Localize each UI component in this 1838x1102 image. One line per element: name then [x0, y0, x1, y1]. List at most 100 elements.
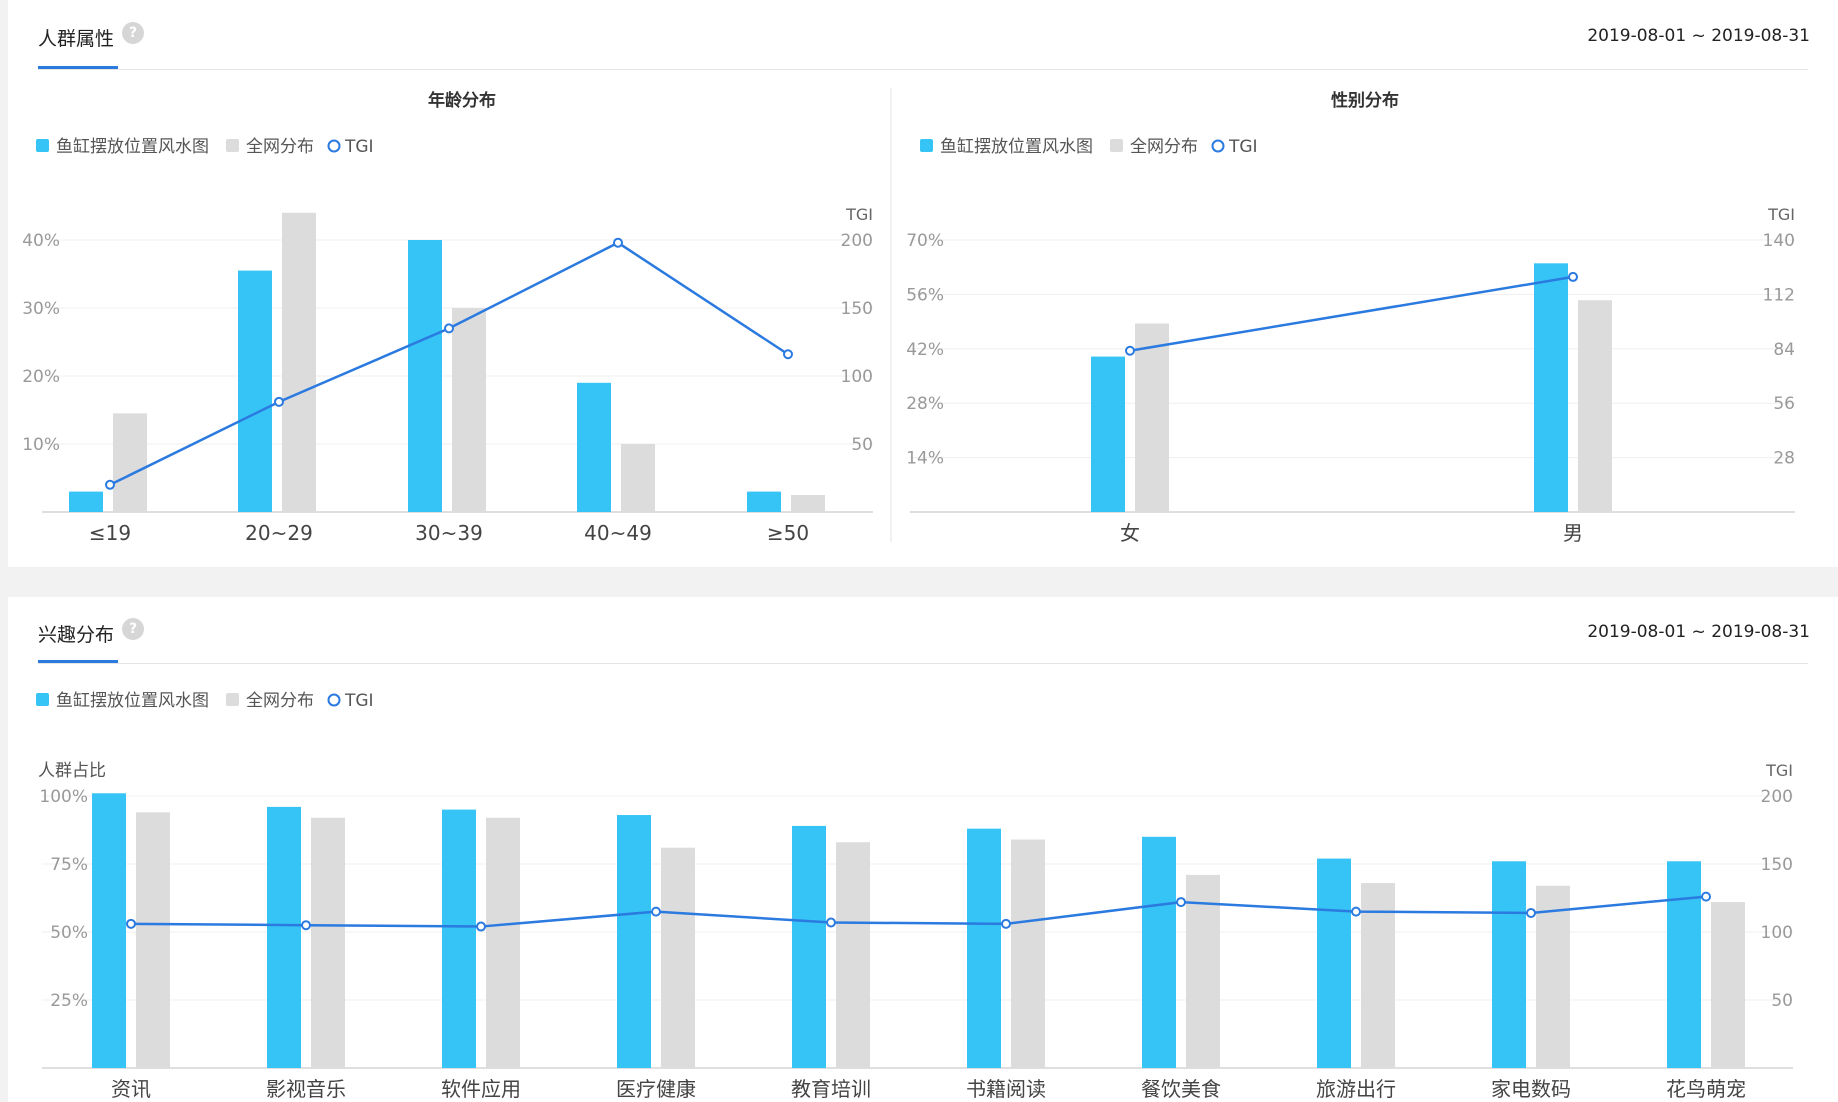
bar-series1: [408, 240, 442, 512]
bar-series1: [967, 828, 1001, 1068]
legend-swatch-series2: [1110, 139, 1123, 152]
bar-series1: [267, 806, 301, 1068]
x-tick-label: ≤19: [89, 521, 131, 545]
legend-label-series1: 鱼缸摆放位置风水图: [56, 690, 209, 711]
bar-series2: [113, 413, 147, 512]
tgi-point: [105, 479, 115, 490]
legend-swatch-series2: [226, 139, 239, 152]
x-tick-label: 30~39: [415, 521, 483, 545]
bar-series1: [442, 809, 476, 1068]
x-tick-label: 20~29: [245, 521, 313, 545]
bar-series2: [311, 817, 345, 1068]
y2-tick-label: 100: [841, 367, 873, 387]
x-tick-label: 家电数码: [1491, 1077, 1571, 1101]
x-tick-label: 男: [1563, 521, 1583, 545]
bar-series2: [452, 308, 486, 512]
x-tick-label: 影视音乐: [266, 1077, 346, 1101]
bar-series1: [617, 815, 651, 1068]
y2-axis-title: TGI: [1765, 761, 1793, 780]
bar-series2: [621, 444, 655, 512]
bar-series2: [791, 495, 825, 512]
y2-tick-label: 100: [1761, 923, 1793, 943]
y2-axis-title: TGI: [1767, 205, 1795, 224]
legend-label-tgi: TGI: [344, 137, 374, 157]
legend-swatch-series2: [226, 693, 239, 706]
x-tick-label: 花鸟萌宠: [1666, 1077, 1746, 1101]
chart-title: 性别分布: [1331, 90, 1399, 111]
y2-tick-label: 140: [1763, 231, 1795, 251]
y-tick-label: 30%: [22, 299, 60, 319]
tgi-point: [274, 396, 284, 407]
tgi-point: [1001, 918, 1011, 929]
bar-series1: [792, 825, 826, 1068]
y-tick-label: 50%: [50, 923, 88, 943]
tgi-point: [126, 918, 136, 929]
legend-marker-tgi: [1211, 139, 1225, 153]
tgi-point: [301, 920, 311, 931]
tgi-line: [109, 241, 789, 486]
tgi-point: [651, 906, 661, 917]
legend-label-series2: 全网分布: [246, 691, 314, 711]
bar-series2: [136, 812, 170, 1068]
x-tick-label: 医疗健康: [616, 1077, 696, 1101]
y2-tick-label: 84: [1773, 340, 1795, 360]
bar-series2: [1011, 839, 1045, 1068]
y2-tick-label: 28: [1773, 449, 1795, 469]
x-tick-label: ≥50: [767, 521, 809, 545]
y-tick-label: 42%: [906, 340, 944, 360]
y2-tick-label: 56: [1773, 394, 1795, 414]
legend-label-series1: 鱼缸摆放位置风水图: [940, 136, 1093, 157]
y-tick-label: 100%: [39, 787, 88, 807]
y2-tick-label: 200: [1761, 787, 1793, 807]
y-tick-label: 75%: [50, 855, 88, 875]
bar-series2: [486, 817, 520, 1068]
y-axis-title: 人群占比: [38, 761, 106, 781]
legend-marker-tgi: [327, 139, 341, 153]
tgi-point: [1526, 907, 1536, 918]
x-tick-label: 书籍阅读: [966, 1077, 1046, 1101]
x-tick-label: 餐饮美食: [1141, 1077, 1221, 1101]
bar-series1: [92, 793, 126, 1068]
tgi-point: [1701, 891, 1711, 902]
y2-axis-title: TGI: [845, 205, 873, 224]
y2-tick-label: 150: [841, 299, 873, 319]
tgi-point: [1176, 897, 1186, 908]
legend-label-series1: 鱼缸摆放位置风水图: [56, 136, 209, 157]
bar-series1: [1667, 861, 1701, 1068]
legend-marker-tgi: [327, 693, 341, 707]
bar-series1: [1534, 263, 1568, 512]
bar-series1: [238, 270, 272, 512]
x-tick-label: 旅游出行: [1316, 1077, 1396, 1101]
y-tick-label: 10%: [22, 435, 60, 455]
charts-canvas: 年龄分布鱼缸摆放位置风水图 全网分布 TGI10%20%30%40%50100150…: [22, 88, 1795, 1101]
legend-swatch-series1: [920, 139, 933, 152]
y-tick-label: 14%: [906, 449, 944, 469]
tgi-point: [1351, 906, 1361, 917]
y-tick-label: 25%: [50, 991, 88, 1011]
legend-swatch-series1: [36, 139, 49, 152]
legend-label-series2: 全网分布: [246, 137, 314, 157]
bar-series1: [577, 382, 611, 512]
x-tick-label: 资讯: [111, 1077, 151, 1101]
tgi-point: [444, 323, 454, 334]
y2-tick-label: 150: [1761, 855, 1793, 875]
bar-series1: [1317, 858, 1351, 1068]
legend-swatch-series1: [36, 693, 49, 706]
y-tick-label: 28%: [906, 394, 944, 414]
bar-series2: [1711, 902, 1745, 1068]
y-tick-label: 40%: [22, 231, 60, 251]
x-tick-label: 软件应用: [441, 1077, 521, 1101]
tgi-point: [476, 921, 486, 932]
x-tick-label: 女: [1120, 521, 1140, 545]
tgi-point: [1568, 271, 1578, 282]
tgi-line: [130, 895, 1707, 928]
bar-series1: [747, 491, 781, 512]
y-tick-label: 70%: [906, 231, 944, 251]
bar-series2: [661, 847, 695, 1068]
bar-series1: [69, 491, 103, 512]
chart-title: 年龄分布: [428, 90, 496, 111]
bar-series1: [1492, 861, 1526, 1068]
y2-tick-label: 200: [841, 231, 873, 251]
tgi-line: [1129, 275, 1574, 352]
y-tick-label: 20%: [22, 367, 60, 387]
